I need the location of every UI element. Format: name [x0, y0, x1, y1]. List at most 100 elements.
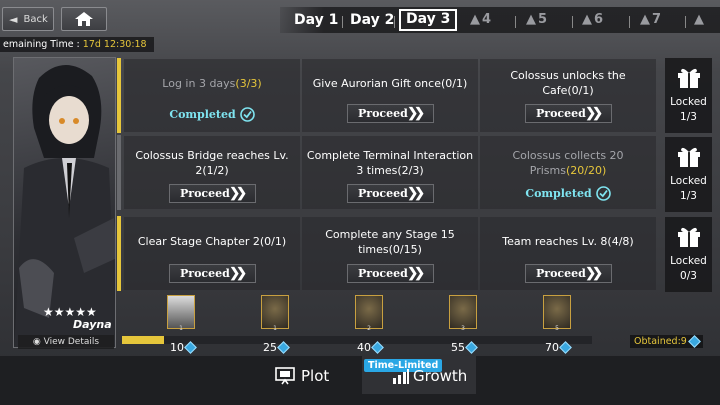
plot-icon	[275, 367, 295, 385]
tab-separator	[572, 16, 573, 28]
double-chevron-icon: ❯❯	[229, 266, 247, 281]
double-chevron-icon: ❯❯	[407, 266, 425, 281]
task-text: Team reaches Lv. 8(4/8)	[502, 235, 634, 248]
lock-triangle-icon: ▲	[526, 12, 536, 27]
diamond-icon	[277, 341, 290, 354]
back-button[interactable]: ◄ Back	[2, 7, 54, 31]
task-text: Complete any Stage 15 times(0/15)	[325, 228, 455, 256]
task-card: Team reaches Lv. 8(4/8) Proceed ❯❯	[480, 217, 656, 290]
tab-separator	[342, 16, 343, 28]
task-card: Clear Stage Chapter 2(0/1) Proceed ❯❯	[124, 217, 300, 290]
task-card: Complete any Stage 15 times(0/15) Procee…	[302, 217, 478, 290]
tab-separator	[685, 16, 686, 28]
growth-label: Growth	[413, 367, 468, 385]
home-icon	[75, 12, 93, 26]
day-tab-bar: Day 1 Day 2 Day 3 ▲ 4 ▲ 5 ▲ 6 ▲ 7 ▲	[280, 7, 720, 33]
double-chevron-icon: ❯❯	[229, 186, 247, 201]
back-label: Back	[23, 13, 48, 25]
tab-day-2[interactable]: Day 2	[350, 10, 394, 30]
reward-state: Locked	[670, 96, 707, 108]
double-chevron-icon: ❯❯	[585, 106, 603, 121]
quill-reward-icon	[355, 295, 383, 329]
milestone-reward[interactable]: 1	[162, 295, 200, 335]
diamond-icon	[371, 341, 384, 354]
growth-bars-icon	[393, 369, 409, 384]
milestone-value: 40	[357, 341, 384, 354]
back-arrow-icon: ◄	[9, 12, 18, 26]
double-chevron-icon: ❯❯	[585, 266, 603, 281]
proceed-button[interactable]: Proceed ❯❯	[525, 264, 612, 283]
lock-triangle-icon: ▲	[640, 12, 650, 27]
quill-reward-icon	[261, 295, 289, 329]
task-row-3: Clear Stage Chapter 2(0/1) Proceed ❯❯ Com…	[118, 216, 660, 291]
milestone-reward[interactable]: 5	[538, 295, 576, 335]
tab-separator	[394, 16, 395, 28]
proceed-button[interactable]: Proceed ❯❯	[347, 264, 434, 283]
row-reward[interactable]: Locked 1/3	[665, 58, 712, 133]
lock-triangle-icon: ▲	[470, 12, 480, 27]
task-card: Log in 3 days(3/3) Completed	[124, 59, 300, 132]
task-card: Colossus Bridge reaches Lv. 2(1/2) Proce…	[124, 136, 300, 209]
diamond-icon	[559, 341, 572, 354]
completed-status: Completed	[480, 186, 656, 201]
tab-day-5[interactable]: ▲ 5	[526, 10, 547, 30]
task-row-1: Log in 3 days(3/3) Completed Give Aurori…	[118, 58, 660, 133]
milestone-reward[interactable]: 3	[444, 295, 482, 335]
tab-day-4[interactable]: ▲ 4	[470, 10, 491, 30]
check-icon	[239, 107, 255, 122]
proceed-button[interactable]: Proceed ❯❯	[347, 104, 434, 123]
proceed-button[interactable]: Proceed ❯❯	[525, 104, 612, 123]
double-chevron-icon: ❯❯	[407, 186, 425, 201]
double-chevron-icon: ❯❯	[407, 106, 425, 121]
milestone-value: 10	[170, 341, 197, 354]
eye-icon: ◉	[32, 337, 41, 347]
task-text: Colossus Bridge reaches Lv. 2(1/2)	[135, 149, 289, 177]
row-reward[interactable]: Locked 1/3	[665, 137, 712, 212]
home-button[interactable]	[61, 7, 107, 31]
tab-next-locked[interactable]: ▲	[694, 10, 704, 30]
rarity-stars: ★★★★★	[43, 305, 97, 319]
milestone-value: 25	[263, 341, 290, 354]
quill-reward-icon	[449, 295, 477, 329]
tab-day-3[interactable]: Day 3	[399, 9, 458, 31]
view-details-button[interactable]: ◉ View Details	[18, 335, 114, 349]
reward-state: Locked	[670, 255, 707, 267]
milestone-reward[interactable]: 2	[350, 295, 388, 335]
tab-separator	[629, 16, 630, 28]
gift-icon	[677, 227, 700, 247]
diamond-icon	[465, 341, 478, 354]
task-text: Colossus unlocks the Cafe(0/1)	[510, 69, 626, 97]
lock-triangle-icon: ▲	[582, 12, 592, 27]
task-text: Complete Terminal Interaction 3 times(2/…	[306, 149, 474, 177]
reward-count: 1/3	[680, 111, 697, 123]
task-count: (3/3)	[235, 77, 262, 90]
milestone-value: 55	[451, 341, 478, 354]
tab-day-7[interactable]: ▲ 7	[640, 10, 661, 30]
remaining-time: emaining Time : 17d 12:30:18	[0, 37, 154, 52]
gift-icon	[677, 68, 700, 88]
quill-reward-icon	[543, 295, 571, 329]
task-card: Colossus unlocks the Cafe(0/1) Proceed ❯❯	[480, 59, 656, 132]
tab-day-1[interactable]: Day 1	[294, 10, 338, 30]
completed-status: Completed	[124, 107, 300, 122]
task-text: Give Aurorian Gift once(0/1)	[312, 77, 468, 90]
diamond-icon	[687, 335, 701, 348]
reward-count: 0/3	[680, 270, 697, 282]
tab-separator	[515, 16, 516, 28]
proceed-button[interactable]: Proceed ❯❯	[169, 264, 256, 283]
reward-state: Locked	[670, 175, 707, 187]
task-card: Complete Terminal Interaction 3 times(2/…	[302, 136, 478, 209]
task-count: (20/20)	[565, 164, 607, 177]
check-icon	[595, 186, 611, 201]
task-card: Colossus collects 20 Prisms(20/20) Compl…	[480, 136, 656, 209]
task-text: Log in 3 days	[162, 77, 236, 90]
row-reward[interactable]: Locked 0/3	[665, 217, 712, 292]
proceed-button[interactable]: Proceed ❯❯	[169, 184, 256, 203]
milestone-reward[interactable]: 1	[256, 295, 294, 335]
tab-plot[interactable]: Plot	[275, 367, 329, 385]
proceed-button[interactable]: Proceed ❯❯	[347, 184, 434, 203]
tab-day-6[interactable]: ▲ 6	[582, 10, 603, 30]
bottom-nav	[0, 356, 720, 405]
gift-icon	[677, 147, 700, 167]
obtained-count: Obtained:9	[630, 335, 703, 348]
